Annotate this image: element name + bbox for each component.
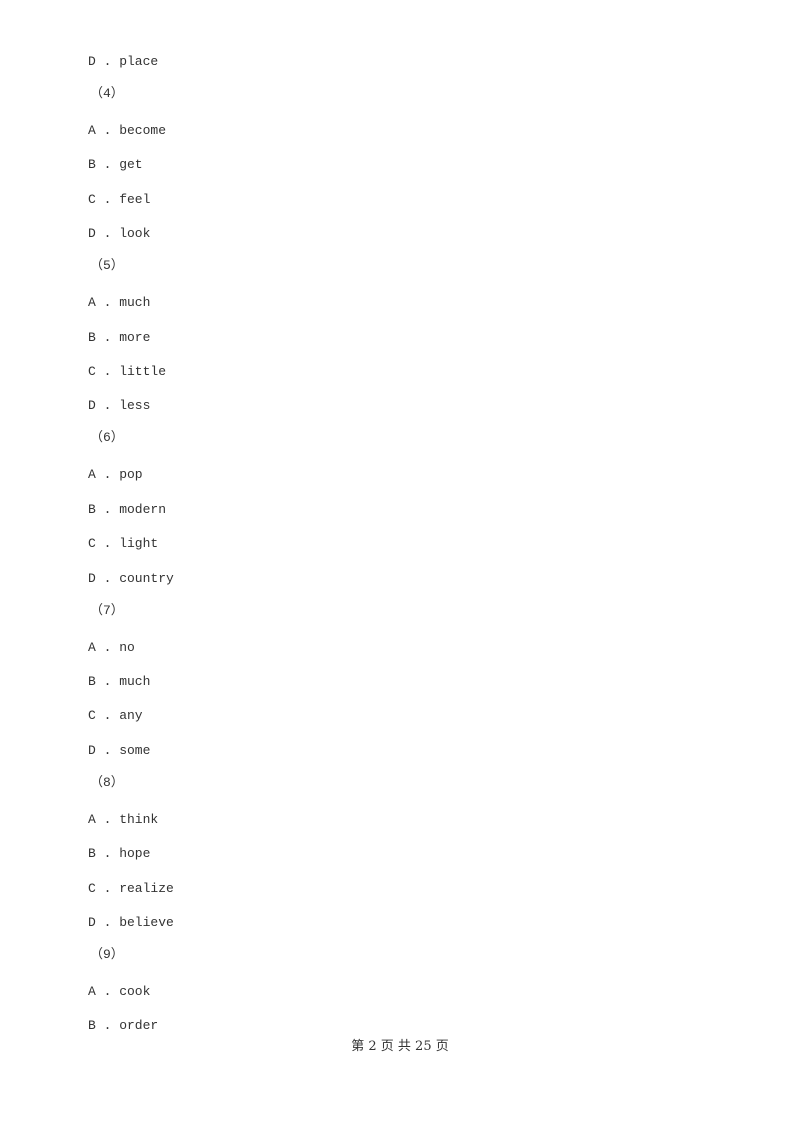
page-footer: 第 2 页 共 25 页 xyxy=(351,1039,449,1054)
question-number: （9） xyxy=(90,947,124,962)
answer-option: A . pop xyxy=(88,467,143,483)
answer-option: D . look xyxy=(88,226,151,242)
answer-option: D . believe xyxy=(88,915,174,930)
answer-option: B . get xyxy=(88,157,143,173)
answer-option: B . modern xyxy=(88,501,167,517)
answer-option: A . become xyxy=(88,123,167,138)
answer-option: D . some xyxy=(88,742,151,758)
answer-option: B . much xyxy=(88,674,151,689)
answer-option: C . any xyxy=(88,708,143,724)
answer-option: C . light xyxy=(88,536,159,552)
question-number: （6） xyxy=(90,430,124,446)
question-number: （8） xyxy=(90,774,124,790)
answer-option: A . think xyxy=(88,811,159,827)
question-number: （5） xyxy=(90,258,124,274)
answer-option: D . country xyxy=(88,570,174,586)
answer-option: B . more xyxy=(88,329,151,345)
answer-option: B . order xyxy=(88,1018,159,1034)
answer-option: C . realize xyxy=(88,880,174,896)
question-number: （7） xyxy=(90,602,124,618)
answer-option: A . much xyxy=(88,295,151,311)
answer-option: D . less xyxy=(88,398,151,414)
answer-option: B . hope xyxy=(88,846,151,862)
question-number: （4） xyxy=(90,86,124,101)
answer-option: A . no xyxy=(88,639,135,655)
answer-option: C . little xyxy=(88,364,167,379)
answer-option: A . cook xyxy=(88,984,151,999)
answer-option: C . feel xyxy=(88,191,151,207)
answer-option: D . place xyxy=(88,54,159,69)
